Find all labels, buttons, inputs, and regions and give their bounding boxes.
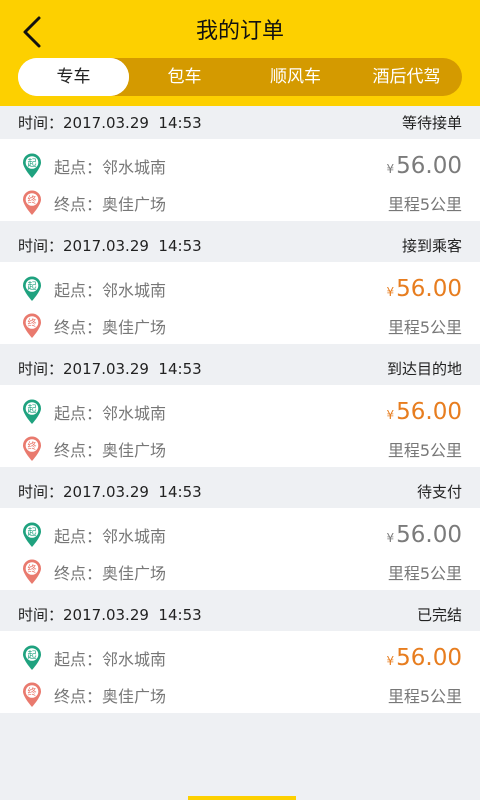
start-location: 起点：邻水城南 [54,158,167,177]
start-pin-icon: 起 [23,399,41,424]
end-row: 终 终点：奥佳广场 里程5公里 [22,312,462,340]
order-distance: 里程5公里 [387,195,462,214]
order-time: 时间：2017.03.29 14:53 [18,114,202,132]
svg-text:终: 终 [27,194,36,206]
end-row: 终 终点：奥佳广场 里程5公里 [22,189,462,217]
order-list: 时间：2017.03.29 14:53 等待接单起起点：邻水城南 ¥56.00 终终点… [0,106,480,713]
price-amount: 56.00 [396,276,462,302]
scroll-indicator [188,796,296,800]
start-row: 起 起点：邻水城南 ¥56.00 [22,275,462,303]
order-status: 待支付 [416,483,462,501]
order-header: 时间：2017.03.29 14:53 等待接单 [0,106,480,139]
start-pin-icon: 起 [23,645,41,670]
start-location: 起点：邻水城南 [54,281,167,300]
start-location: 起点：邻水城南 [54,404,167,423]
start-pin-icon: 起 [23,153,41,178]
end-pin-icon: 终 [23,313,41,338]
svg-text:终: 终 [27,317,36,329]
order-body: 起 起点：邻水城南 ¥56.00 终 终点：奥佳广场 里程5公里 [0,262,480,344]
end-location: 终点：奥佳广场 [54,564,167,583]
start-row: 起 起点：邻水城南 ¥56.00 [22,521,462,549]
order-status: 已完结 [416,606,462,624]
end-pin-icon: 终 [23,682,41,707]
start-location: 起点：邻水城南 [54,527,167,546]
order-price: ¥56.00 [387,276,463,302]
order-card[interactable]: 时间：2017.03.29 14:53 待支付起 起点：邻水城南 ¥56.00 终 终点：… [0,475,480,590]
tab-special-car[interactable]: 专车 [18,58,129,96]
start-pin-icon: 起 [23,276,41,301]
currency-symbol: ¥ [386,531,395,545]
price-amount: 56.00 [396,522,462,548]
order-body: 起 起点：邻水城南 ¥56.00 终 终点：奥佳广场 里程5公里 [0,139,480,221]
start-row: 起 起点：邻水城南 ¥56.00 [22,152,462,180]
currency-symbol: ¥ [386,285,395,299]
start-row: 起 起点：邻水城南 ¥56.00 [22,398,462,426]
order-distance: 里程5公里 [387,687,462,706]
order-time: 时间：2017.03.29 14:53 [18,606,202,624]
order-body: 起 起点：邻水城南 ¥56.00 终 终点：奥佳广场 里程5公里 [0,508,480,590]
order-card[interactable]: 时间：2017.03.29 14:53 已完结起 起点：邻水城南 ¥56.00 终 终点：… [0,598,480,713]
end-row: 终 终点：奥佳广场 里程5公里 [22,558,462,586]
price-amount: 56.00 [396,399,462,425]
header-bar: 我的订单 专车 包车 顺风车 酒后代驾 [0,0,480,106]
order-status: 接到乘客 [401,237,462,255]
start-pin-icon: 起 [23,522,41,547]
price-amount: 56.00 [396,645,462,671]
order-time: 时间：2017.03.29 14:53 [18,360,202,378]
order-price: ¥56.00 [387,522,463,548]
end-location: 终点：奥佳广场 [54,195,167,214]
start-row: 起 起点：邻水城南 ¥56.00 [22,644,462,672]
currency-symbol: ¥ [386,408,395,422]
order-price: ¥56.00 [387,153,463,179]
order-body: 起 起点：邻水城南 ¥56.00 终 终点：奥佳广场 里程5公里 [0,385,480,467]
order-card[interactable]: 时间：2017.03.29 14:53 到达目的地起起点：邻水城南 ¥56.00 终终… [0,352,480,467]
svg-text:终: 终 [27,563,36,575]
currency-symbol: ¥ [386,162,395,176]
start-location: 起点：邻水城南 [54,650,167,669]
end-pin-icon: 终 [23,190,41,215]
order-header: 时间：2017.03.29 14:53 接到乘客 [0,229,480,262]
order-price: ¥56.00 [387,645,463,671]
svg-text:起: 起 [27,650,36,661]
end-location: 终点：奥佳广场 [54,318,167,337]
svg-text:起: 起 [27,404,36,415]
end-pin-icon: 终 [23,559,41,584]
svg-text:终: 终 [27,686,36,698]
order-header: 时间：2017.03.29 14:53 待支付 [0,475,480,508]
price-amount: 56.00 [396,153,462,179]
order-time: 时间：2017.03.29 14:53 [18,483,202,501]
order-time: 时间：2017.03.29 14:53 [18,237,202,255]
end-location: 终点：奥佳广场 [54,441,167,460]
svg-text:终: 终 [27,440,36,452]
order-status: 等待接单 [401,114,462,132]
order-header: 时间：2017.03.29 14:53 已完结 [0,598,480,631]
currency-symbol: ¥ [386,654,395,668]
order-body: 起 起点：邻水城南 ¥56.00 终 终点：奥佳广场 里程5公里 [0,631,480,713]
order-header: 时间：2017.03.29 14:53 到达目的地 [0,352,480,385]
tab-bar: 专车 包车 顺风车 酒后代驾 [18,58,462,96]
tab-designated-driver[interactable]: 酒后代驾 [351,58,462,96]
order-distance: 里程5公里 [387,564,462,583]
order-distance: 里程5公里 [387,318,462,337]
order-status: 到达目的地 [386,360,462,378]
end-row: 终 终点：奥佳广场 里程5公里 [22,681,462,709]
page-title: 我的订单 [195,19,284,44]
svg-text:起: 起 [27,158,36,169]
end-pin-icon: 终 [23,436,41,461]
order-price: ¥56.00 [387,399,463,425]
order-card[interactable]: 时间：2017.03.29 14:53 接到乘客起 起点：邻水城南 ¥56.00 终 终点… [0,229,480,344]
end-row: 终 终点：奥佳广场 里程5公里 [22,435,462,463]
order-card[interactable]: 时间：2017.03.29 14:53 等待接单起 起点：邻水城南 ¥56.00 终 终点… [0,106,480,221]
svg-text:起: 起 [27,527,36,538]
end-location: 终点：奥佳广场 [54,687,167,706]
tab-carpool[interactable]: 顺风车 [240,58,351,96]
order-distance: 里程5公里 [387,441,462,460]
svg-text:起: 起 [27,281,36,292]
tab-charter[interactable]: 包车 [129,58,240,96]
